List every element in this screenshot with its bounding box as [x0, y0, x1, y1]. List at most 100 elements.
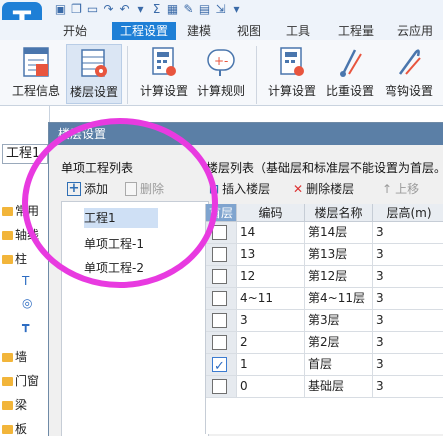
tree-item-common[interactable]: 常用	[2, 202, 39, 220]
tree-item-axis[interactable]: 轴线	[2, 226, 39, 244]
tree-item-slab[interactable]: 板	[2, 420, 27, 436]
project-info-button[interactable]: 工程信息	[8, 44, 64, 104]
tab-start[interactable]: 开始	[60, 22, 90, 40]
hook-settings-button[interactable]: 弯钩设置	[381, 44, 437, 104]
tree-item-label: 梁	[15, 398, 28, 412]
height-cell[interactable]: 3	[373, 332, 443, 353]
copy-icon[interactable]: ❐	[70, 2, 83, 16]
rebar-calc-settings-button[interactable]: 计算设置	[264, 44, 320, 104]
tab-view[interactable]: 视图	[234, 22, 264, 40]
column-base-icon[interactable]: ┳	[22, 316, 29, 334]
tab-project-settings[interactable]: 工程设置	[112, 22, 176, 40]
col-header-code[interactable]: 编码	[237, 204, 305, 222]
delete-floor-button[interactable]: ✕ 删除楼层	[293, 179, 354, 199]
first-floor-checkbox[interactable]	[212, 335, 227, 350]
first-floor-checkbox[interactable]	[212, 313, 227, 328]
first-floor-checkbox[interactable]	[212, 225, 227, 240]
floor-name-cell[interactable]: 基础层	[305, 376, 373, 397]
floor-name-cell[interactable]: 第13层	[305, 244, 373, 265]
floor-name-cell[interactable]: 第4~11层	[305, 288, 373, 309]
first-floor-checkbox[interactable]	[212, 291, 227, 306]
first-floor-checkbox[interactable]	[212, 269, 227, 284]
first-floor-checkbox[interactable]	[212, 356, 227, 375]
floor-list-title: 楼层列表（基础层和标准层不能设置为首层。	[206, 161, 443, 175]
floor-name-cell[interactable]: 第14层	[305, 222, 373, 243]
table-row[interactable]: 13 第13层 3	[206, 244, 443, 266]
height-cell[interactable]: 3	[373, 222, 443, 243]
height-cell[interactable]: 3	[373, 376, 443, 397]
folder-open-icon[interactable]: ▭	[86, 2, 99, 16]
more-icon[interactable]: ▾	[230, 2, 243, 16]
grid-icon[interactable]: ▤	[198, 2, 211, 16]
delete-project-label: 删除	[140, 182, 165, 196]
undo-icon[interactable]: ↶	[118, 2, 131, 16]
col-header-floor-name[interactable]: 楼层名称	[305, 204, 373, 222]
code-cell[interactable]: 0	[237, 376, 305, 397]
project-item[interactable]: 单项工程-1	[84, 234, 144, 254]
code-cell[interactable]: 12	[237, 266, 305, 287]
code-cell[interactable]: 2	[237, 332, 305, 353]
save-icon[interactable]: ▣	[54, 2, 67, 16]
svg-text:+-: +-	[214, 54, 228, 68]
table-icon[interactable]: ▦	[166, 2, 179, 16]
code-cell[interactable]: 4~11	[237, 288, 305, 309]
table-row[interactable]: 1 首层 3	[206, 354, 443, 376]
sum-icon[interactable]: Σ	[150, 2, 163, 16]
table-row[interactable]: 12 第12层 3	[206, 266, 443, 288]
first-floor-cell	[206, 354, 237, 375]
table-row[interactable]: 3 第3层 3	[206, 310, 443, 332]
edit-icon[interactable]: ✎	[182, 2, 195, 16]
column-cap-icon[interactable]: ◎	[22, 294, 32, 312]
tree-item-beam[interactable]: 梁	[2, 396, 27, 414]
move-up-button[interactable]: ↑ 上移	[382, 179, 419, 199]
calc-rules-button[interactable]: +- 计算规则	[194, 44, 248, 104]
export-icon[interactable]: ⇲	[214, 2, 227, 16]
table-row[interactable]: 2 第2层 3	[206, 332, 443, 354]
weight-settings-icon	[335, 46, 365, 78]
tree-item-door-window[interactable]: 门窗	[2, 372, 39, 390]
tree-item-column[interactable]: 柱	[2, 250, 27, 268]
code-cell[interactable]: 14	[237, 222, 305, 243]
tab-quantity[interactable]: 工程量	[334, 22, 378, 40]
project-item[interactable]: 单项工程-2	[84, 258, 144, 278]
height-cell[interactable]: 3	[373, 310, 443, 331]
add-project-button[interactable]: + 添加	[67, 179, 108, 199]
floor-name-cell[interactable]: 首层	[305, 354, 373, 375]
project-combo[interactable]: 工程1	[2, 144, 48, 164]
height-cell[interactable]: 3	[373, 244, 443, 265]
first-floor-cell	[206, 222, 237, 243]
floor-name-cell[interactable]: 第12层	[305, 266, 373, 287]
tab-modeling[interactable]: 建模	[184, 22, 214, 40]
calc-settings-button[interactable]: 计算设置	[138, 44, 190, 104]
table-row[interactable]: 0 基础层 3	[206, 376, 443, 398]
floor-name-cell[interactable]: 第2层	[305, 332, 373, 353]
arrow-down-icon[interactable]: ▾	[134, 2, 147, 16]
height-cell[interactable]: 3	[373, 266, 443, 287]
folder-icon	[2, 400, 13, 410]
height-cell[interactable]: 3	[373, 288, 443, 309]
insert-floor-button[interactable]: ⊞ 插入楼层	[209, 179, 270, 199]
code-cell[interactable]: 13	[237, 244, 305, 265]
col-header-height[interactable]: 层高(m)	[373, 204, 443, 222]
code-cell[interactable]: 3	[237, 310, 305, 331]
project-item[interactable]: 工程1	[84, 208, 158, 228]
rebar-calc-settings-label: 计算设置	[267, 84, 316, 98]
floor-name-cell[interactable]: 第3层	[305, 310, 373, 331]
first-floor-checkbox[interactable]	[212, 247, 227, 262]
delete-project-button[interactable]: 删除	[125, 179, 164, 199]
tab-tools[interactable]: 工具	[283, 22, 313, 40]
floor-settings-button[interactable]: 楼层设置	[66, 44, 122, 104]
first-floor-checkbox[interactable]	[212, 379, 227, 394]
tab-cloud[interactable]: 云应用	[393, 22, 437, 40]
tree-item-label: 轴线	[15, 228, 40, 242]
code-cell[interactable]: 1	[237, 354, 305, 375]
height-cell[interactable]: 3	[373, 354, 443, 375]
table-row[interactable]: 14 第14层 3	[206, 222, 443, 244]
weight-settings-button[interactable]: 比重设置	[323, 44, 377, 104]
table-row[interactable]: 4~11 第4~11层 3	[206, 288, 443, 310]
redo-icon[interactable]: ↷	[102, 2, 115, 16]
project-list: 工程1 单项工程-1 单项工程-2	[61, 201, 209, 436]
tree-item-wall[interactable]: 墙	[2, 348, 27, 366]
column-icon[interactable]: T	[22, 272, 29, 290]
col-header-first-floor[interactable]: 首层	[206, 204, 237, 222]
